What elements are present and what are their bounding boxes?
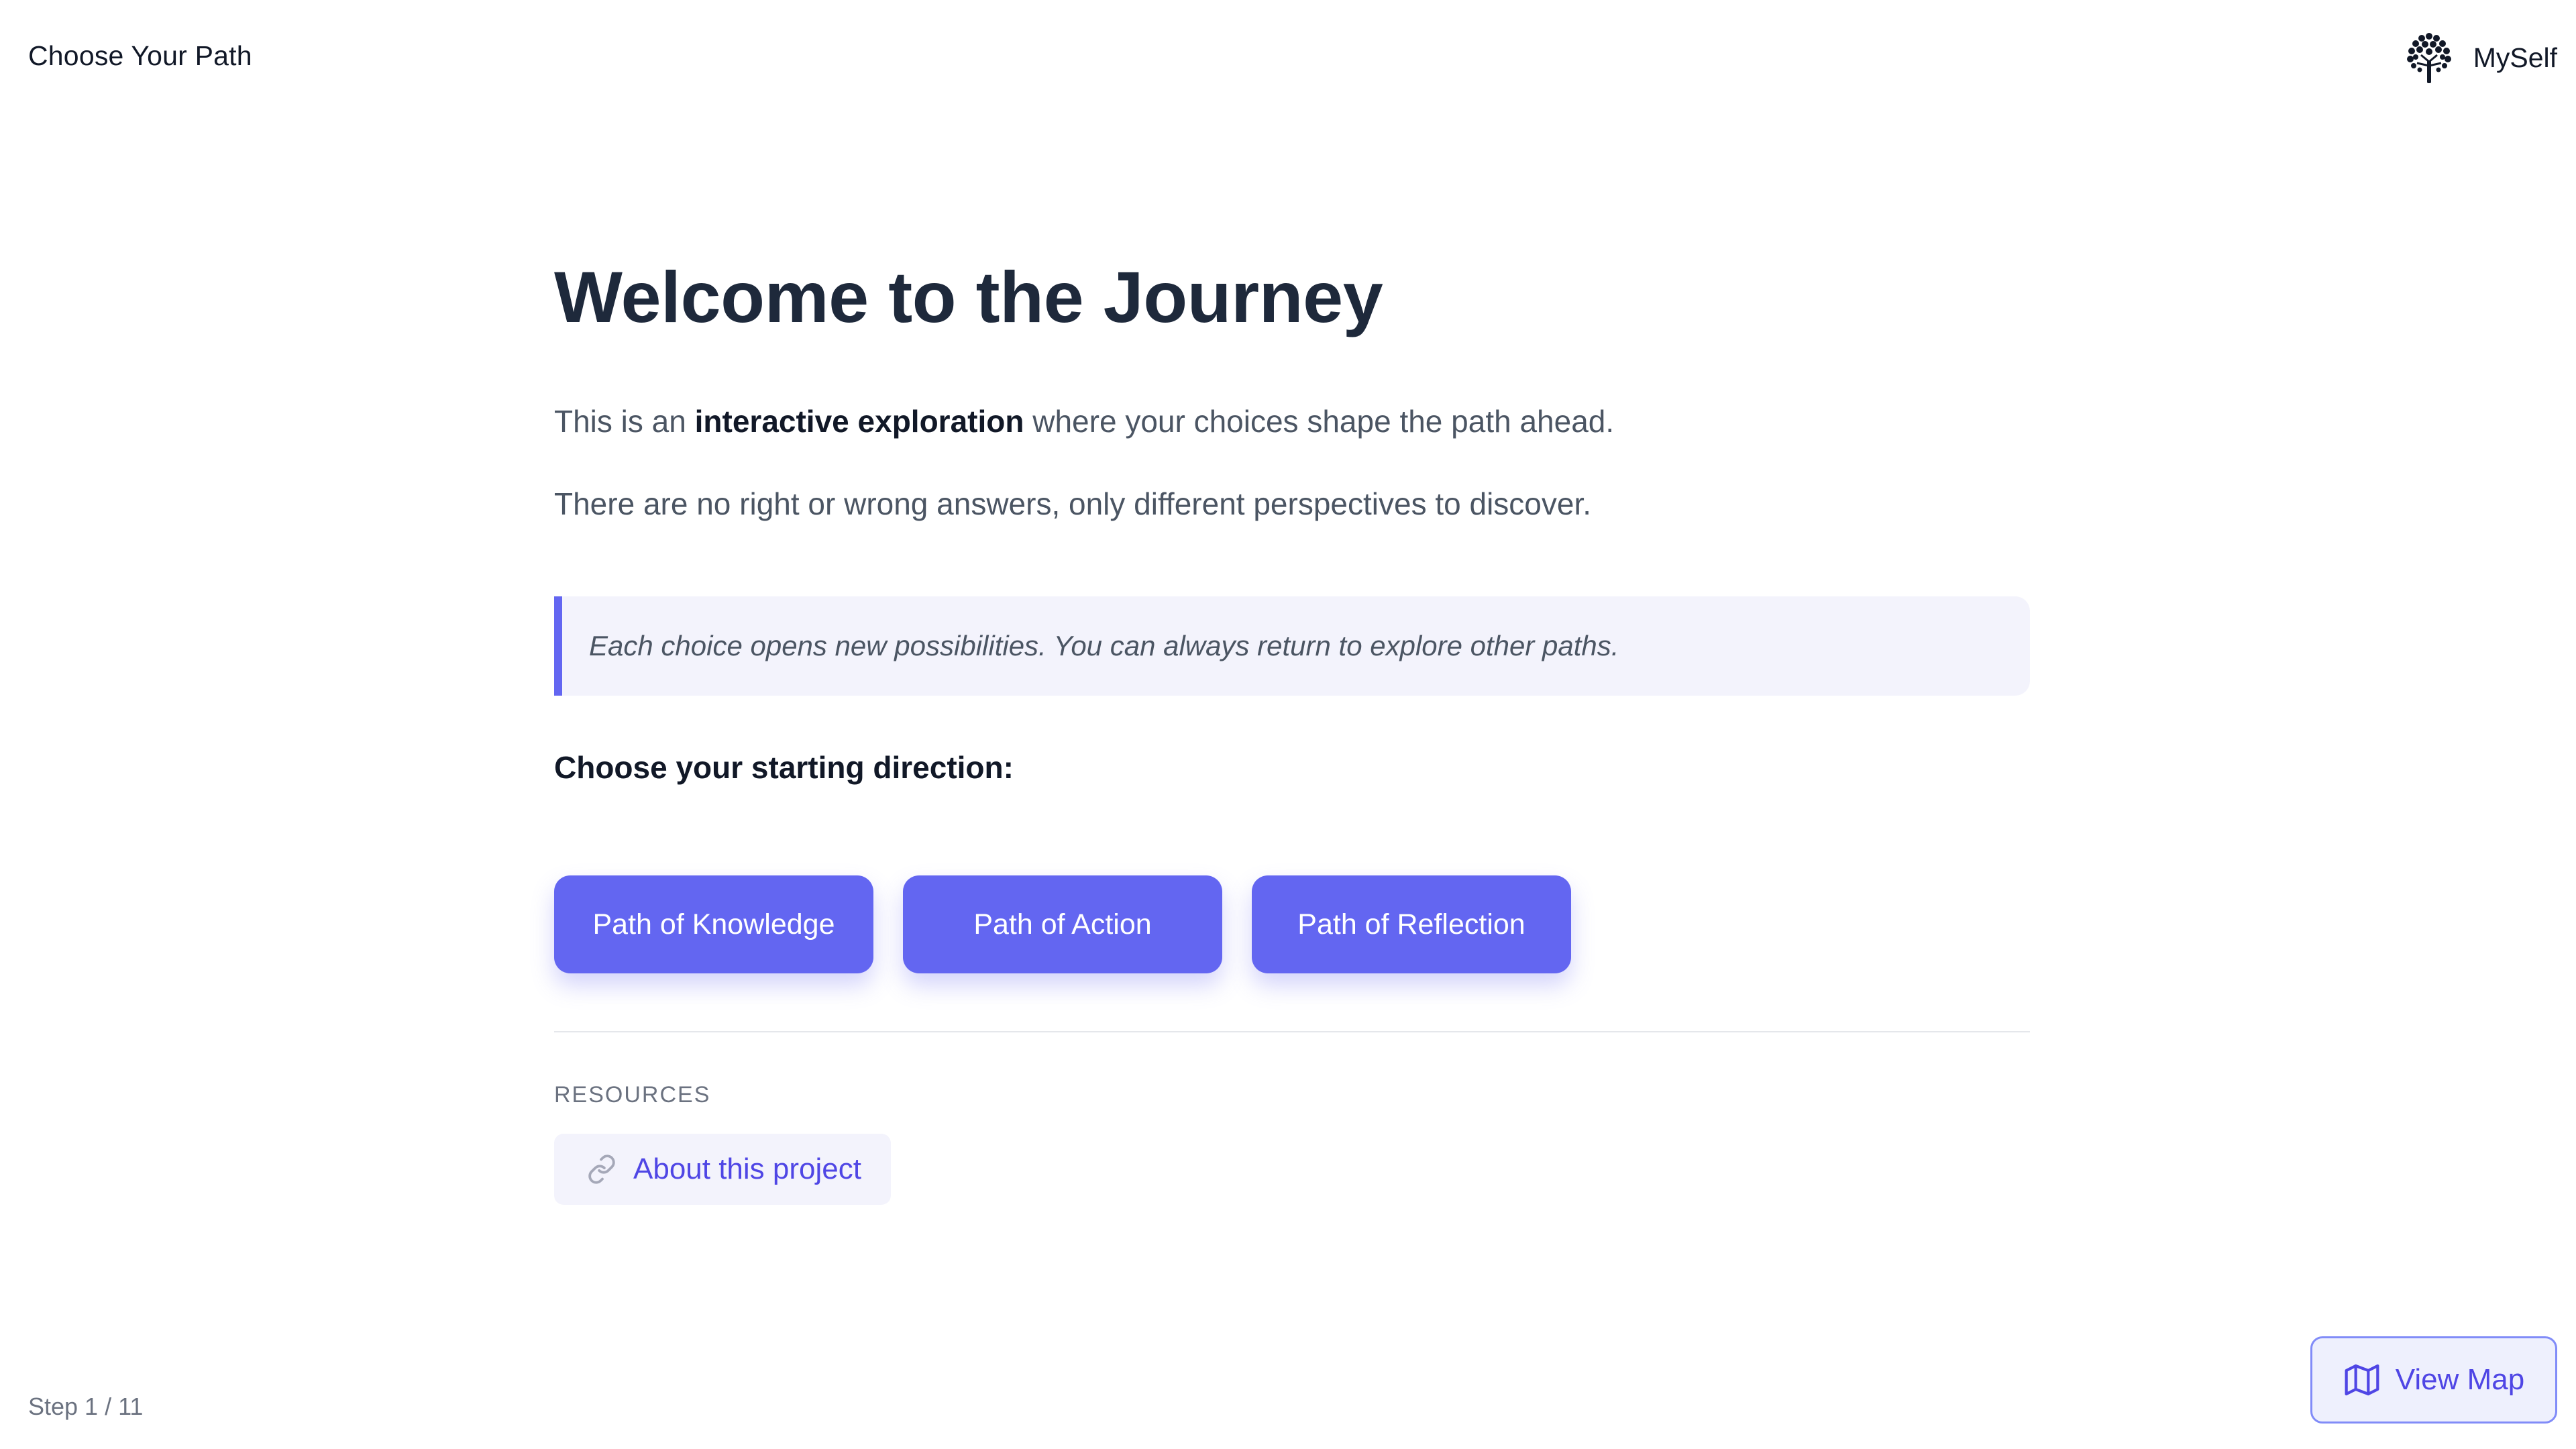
intro-paragraph: This is an interactive exploration where…	[554, 402, 2030, 440]
info-callout: Each choice opens new possibilities. You…	[554, 596, 2030, 696]
intro-prefix: This is an	[554, 404, 695, 439]
resource-link-label: About this project	[633, 1152, 861, 1185]
view-map-button[interactable]: View Map	[2310, 1336, 2557, 1424]
view-map-label: View Map	[2395, 1363, 2525, 1396]
divider	[554, 1031, 2030, 1032]
link-icon	[588, 1155, 615, 1184]
main-content: Welcome to the Journey This is an intera…	[554, 250, 2030, 1205]
app-title: Choose Your Path	[28, 40, 252, 71]
brand[interactable]: MySelf	[2402, 31, 2557, 85]
path-of-reflection-button[interactable]: Path of Reflection	[1252, 875, 1571, 973]
brand-name: MySelf	[2473, 42, 2557, 73]
resources-heading: RESOURCES	[554, 1082, 711, 1108]
page: Choose Your Path MySelf Welcome to the J…	[0, 0, 2576, 1449]
tree-icon	[2406, 33, 2451, 83]
step-indicator: Step 1 / 11	[28, 1393, 144, 1420]
map-icon	[2345, 1364, 2379, 1396]
intro-paragraph-2: There are no right or wrong answers, onl…	[554, 486, 1592, 521]
path-of-action-button[interactable]: Path of Action	[903, 875, 1222, 973]
intro-emphasis: interactive exploration	[694, 404, 1024, 439]
path-of-knowledge-button[interactable]: Path of Knowledge	[554, 875, 873, 973]
choice-prompt: Choose your starting direction:	[554, 750, 1014, 785]
about-project-link[interactable]: About this project	[554, 1134, 891, 1205]
callout-text: Each choice opens new possibilities. You…	[589, 630, 1619, 661]
intro-suffix: where your choices shape the path ahead.	[1024, 404, 1615, 439]
choice-buttons: Path of Knowledge Path of Action Path of…	[554, 875, 2030, 973]
page-title: Welcome to the Journey	[554, 256, 1383, 337]
